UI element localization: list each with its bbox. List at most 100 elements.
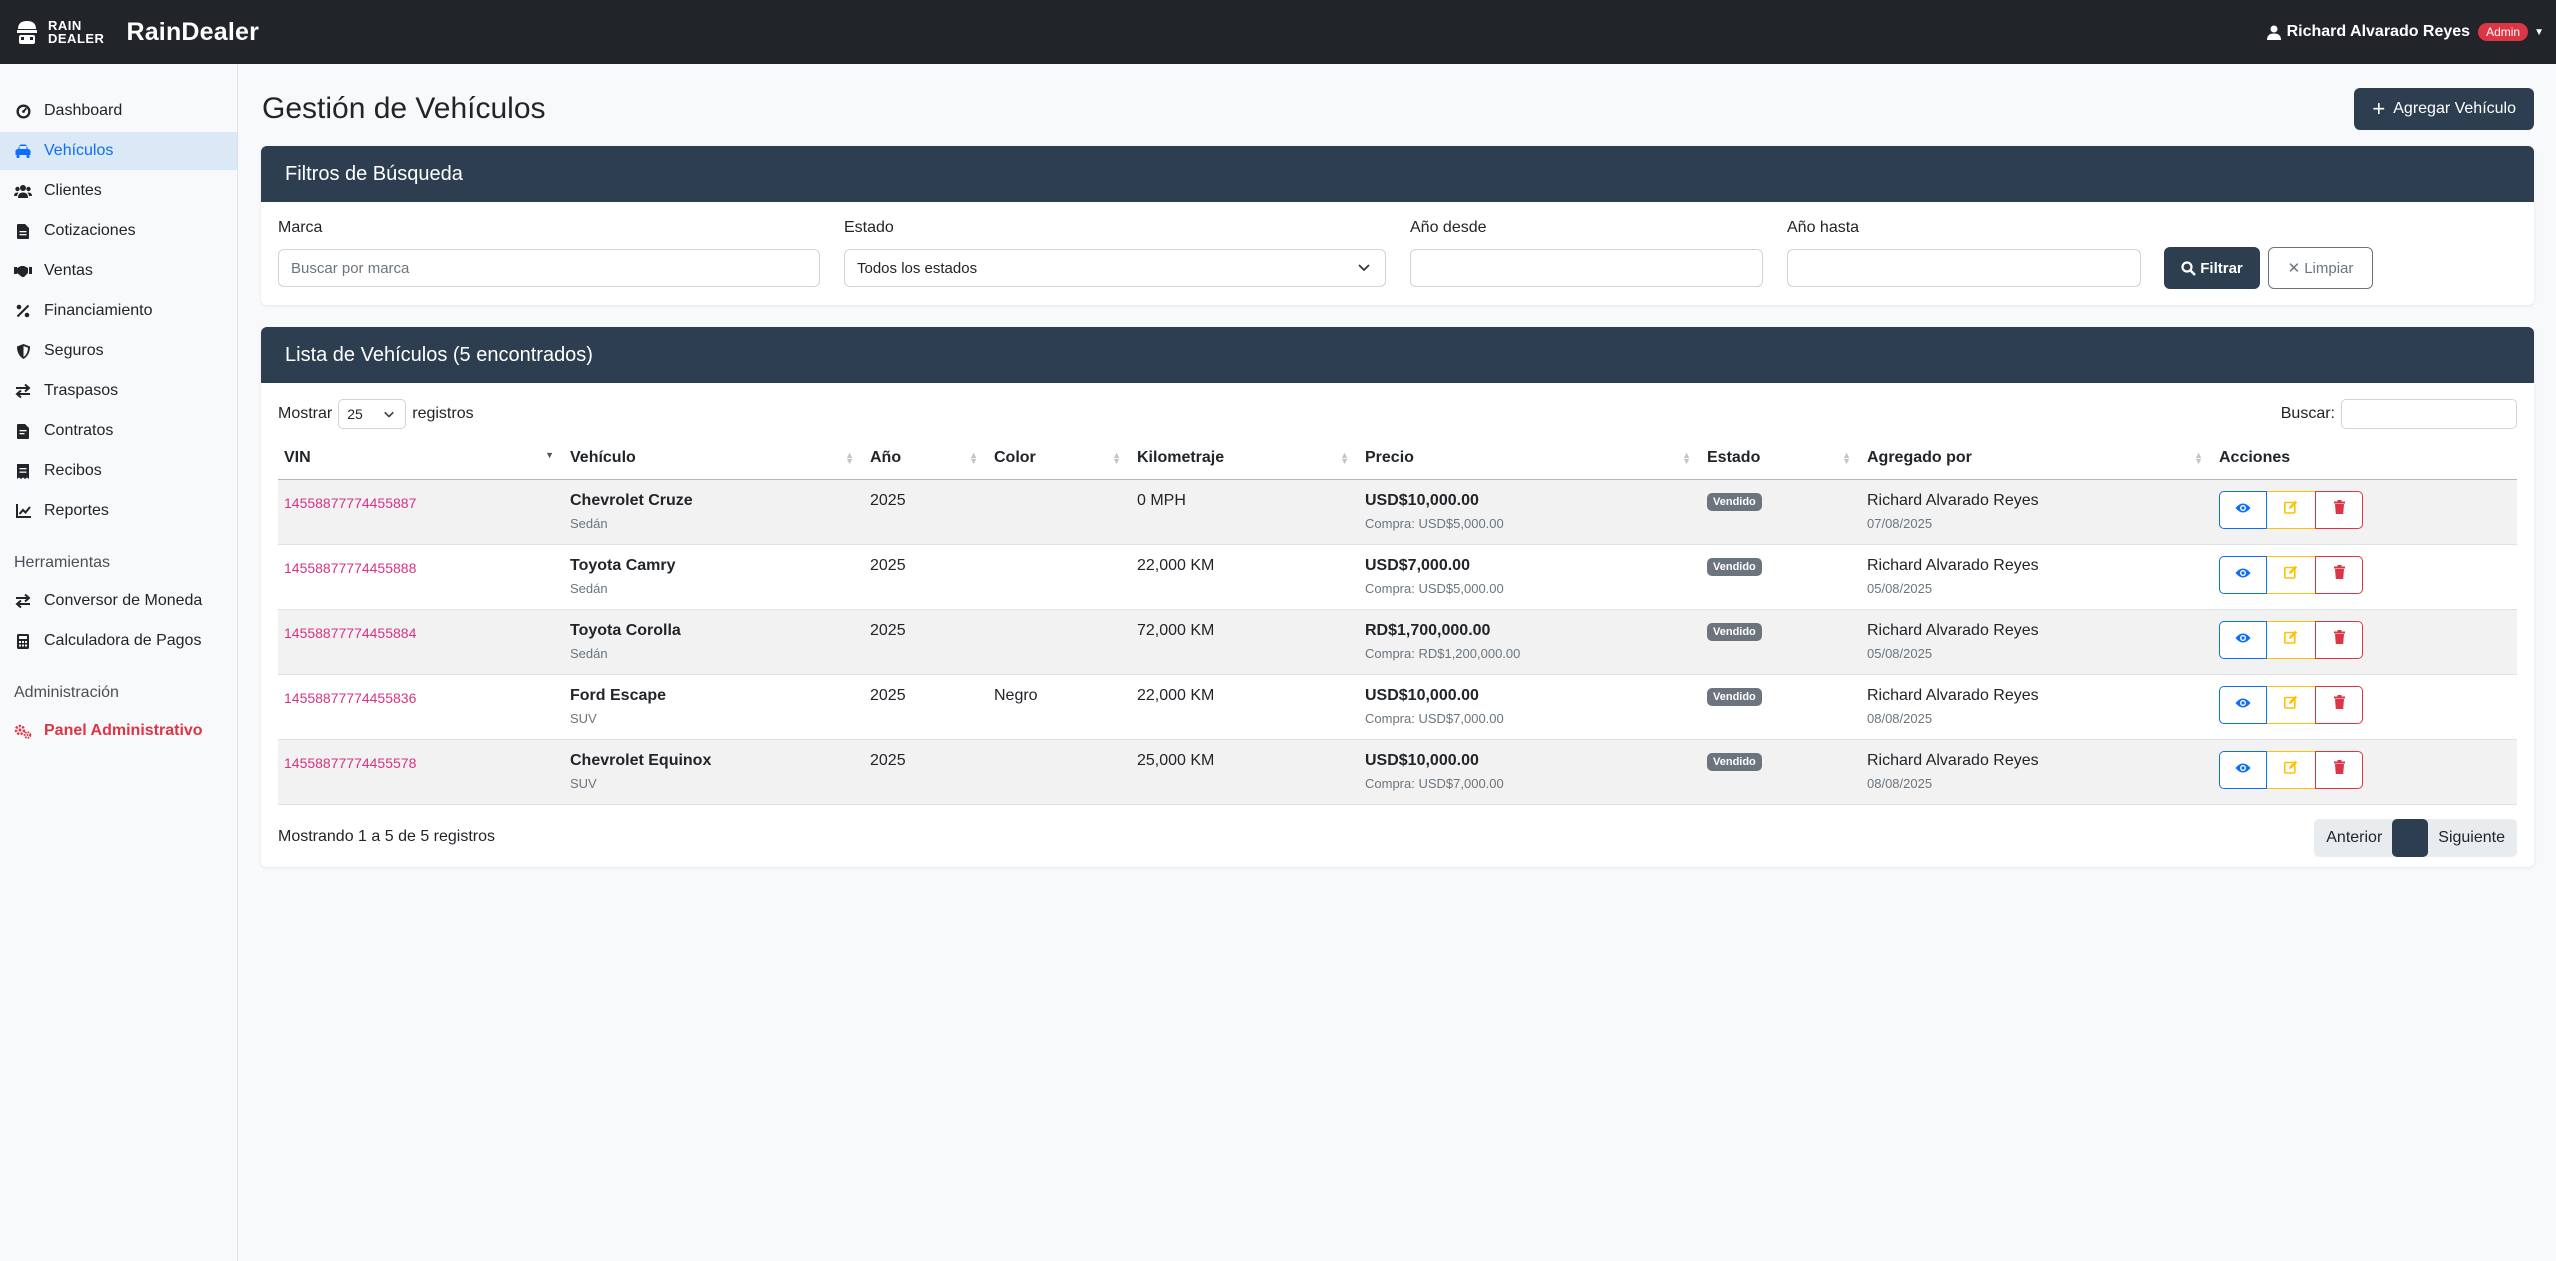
- vehicle-name: Toyota Camry: [570, 556, 676, 574]
- brand-link[interactable]: RAIN DEALER RainDealer: [12, 0, 259, 64]
- next-page-button[interactable]: Siguiente: [2426, 819, 2517, 857]
- column-header-anio[interactable]: Año ▲ ▼: [864, 437, 988, 480]
- sidebar-item-label: Dashboard: [44, 102, 123, 119]
- delete-button[interactable]: [2315, 685, 2363, 724]
- sidebar-item-traspasos[interactable]: Traspasos: [0, 372, 237, 410]
- page-header: Gestión de Vehículos + Agregar Vehículo: [261, 64, 2534, 146]
- sidebar-item-panel-administrativo[interactable]: Panel Administrativo: [0, 712, 237, 750]
- sidebar-item-ventas[interactable]: Ventas: [0, 252, 237, 290]
- clear-button[interactable]: ✕ Limpiar: [2268, 247, 2373, 289]
- sidebar-item-seguros[interactable]: Seguros: [0, 332, 237, 370]
- column-header-vehiculo[interactable]: Vehículo ▲ ▼: [564, 437, 864, 480]
- actions-cell: [2213, 739, 2517, 805]
- sidebar-item-contratos[interactable]: Contratos: [0, 412, 237, 450]
- sidebar-item-reportes[interactable]: Reportes: [0, 492, 237, 530]
- close-icon: ✕: [2287, 260, 2301, 277]
- purchase-price: Compra: USD$5,000.00: [1365, 580, 1504, 596]
- status-badge: Vendido: [1707, 557, 1762, 576]
- view-button[interactable]: [2219, 685, 2267, 724]
- view-button[interactable]: [2219, 555, 2267, 594]
- status-badge: Vendido: [1707, 752, 1762, 771]
- column-header-color[interactable]: Color ▲ ▼: [988, 437, 1131, 480]
- sidebar: Dashboard Vehículos Clientes Cotizacione…: [0, 64, 238, 1261]
- edit-icon: [2284, 760, 2298, 779]
- sidebar-item-label: Conversor de Moneda: [44, 592, 203, 609]
- delete-button[interactable]: [2315, 555, 2363, 594]
- vehicles-table: VIN ▼ Vehículo ▲ ▼ Año ▲ ▼ Color ▲ ▼ Kilometraj…: [278, 437, 2517, 805]
- edit-button[interactable]: [2267, 750, 2315, 789]
- row-actions: [2219, 750, 2517, 789]
- sidebar-item-clientes[interactable]: Clientes: [0, 172, 237, 210]
- vin-text: 14558877774455836: [284, 689, 417, 706]
- added-by-cell: Richard Alvarado Reyes 05/08/2025: [1861, 609, 2213, 675]
- view-button[interactable]: [2219, 750, 2267, 789]
- sidebar-item-vehiculos[interactable]: Vehículos: [0, 132, 237, 170]
- delete-button[interactable]: [2315, 750, 2363, 789]
- price-cell: USD$7,000.00 Compra: USD$5,000.00: [1359, 544, 1701, 610]
- delete-button[interactable]: [2315, 620, 2363, 659]
- anio-desde-input[interactable]: [1410, 249, 1763, 287]
- view-button[interactable]: [2219, 620, 2267, 659]
- sidebar-item-dashboard[interactable]: Dashboard: [0, 92, 237, 130]
- vin-cell: 14558877774455836: [278, 674, 564, 740]
- edit-button[interactable]: [2267, 555, 2315, 594]
- edit-button[interactable]: [2267, 685, 2315, 724]
- delete-button[interactable]: [2315, 490, 2363, 529]
- filters-card-header: Filtros de Búsqueda: [261, 146, 2534, 202]
- user-menu-dropdown[interactable]: Richard Alvarado Reyes Admin ▼: [2266, 0, 2544, 64]
- sidebar-item-recibos[interactable]: Recibos: [0, 452, 237, 490]
- sidebar-item-conversor-moneda[interactable]: Conversor de Moneda: [0, 582, 237, 620]
- edit-button[interactable]: [2267, 620, 2315, 659]
- page-length-select[interactable]: 25: [338, 399, 407, 429]
- vin-cell: 14558877774455887: [278, 479, 564, 545]
- column-header-vin[interactable]: VIN ▼: [278, 437, 564, 480]
- sidebar-item-financiamiento[interactable]: Financiamiento: [0, 292, 237, 330]
- column-header-agregado-por[interactable]: Agregado por ▲ ▼: [1861, 437, 2213, 480]
- vin-text: 14558877774455888: [284, 559, 417, 576]
- anio-hasta-input[interactable]: [1787, 249, 2141, 287]
- sidebar-item-cotizaciones[interactable]: Cotizaciones: [0, 212, 237, 250]
- column-header-precio[interactable]: Precio ▲ ▼: [1359, 437, 1701, 480]
- added-date: 08/08/2025: [1867, 775, 1933, 791]
- logo-cloud-icon: [17, 21, 37, 44]
- added-by-name: Richard Alvarado Reyes: [1867, 621, 2039, 639]
- marca-label: Marca: [278, 219, 323, 236]
- table-search-input[interactable]: [2341, 399, 2517, 429]
- vehicle-type: Sedán: [570, 515, 608, 531]
- anio-desde-label: Año desde: [1410, 219, 1487, 236]
- mileage-cell: 72,000 KM: [1131, 609, 1359, 675]
- mileage-cell: 25,000 KM: [1131, 739, 1359, 805]
- add-vehicle-button[interactable]: + Agregar Vehículo: [2354, 88, 2534, 130]
- show-label: Mostrar: [278, 405, 333, 422]
- previous-page-button[interactable]: Anterior: [2314, 819, 2395, 857]
- sidebar-item-label: Traspasos: [44, 382, 119, 399]
- car-icon: [14, 144, 32, 158]
- sidebar-item-calculadora-pagos[interactable]: Calculadora de Pagos: [0, 622, 237, 660]
- current-page-button[interactable]: [2392, 819, 2429, 857]
- user-name: Richard Alvarado Reyes: [2286, 23, 2471, 40]
- vin-cell: 14558877774455888: [278, 544, 564, 610]
- status-cell: Vendido: [1701, 479, 1861, 545]
- sort-icon: ▲ ▼: [1340, 450, 1349, 466]
- estado-select[interactable]: Todos los estados: [844, 249, 1386, 287]
- status-cell: Vendido: [1701, 544, 1861, 610]
- added-by-name: Richard Alvarado Reyes: [1867, 556, 2039, 574]
- filter-button[interactable]: Filtrar: [2164, 247, 2260, 289]
- edit-button[interactable]: [2267, 490, 2315, 529]
- trash-icon: [2333, 500, 2345, 519]
- trash-icon: [2333, 565, 2345, 584]
- actions-cell: [2213, 609, 2517, 675]
- color-cell: Negro: [988, 674, 1131, 740]
- exchange-icon: [14, 384, 32, 398]
- table-search-control: Buscar:: [2281, 399, 2517, 429]
- cogs-icon: [14, 724, 32, 739]
- brand-name: RainDealer: [126, 17, 260, 46]
- vehicle-cell: Toyota Camry Sedán: [564, 544, 864, 610]
- column-header-estado[interactable]: Estado ▲ ▼: [1701, 437, 1861, 480]
- sale-price: RD$1,700,000.00: [1365, 621, 1491, 639]
- column-header-kilometraje[interactable]: Kilometraje ▲ ▼: [1131, 437, 1359, 480]
- sidebar-item-label: Vehículos: [44, 142, 114, 159]
- view-button[interactable]: [2219, 490, 2267, 529]
- sidebar-item-label: Contratos: [44, 422, 114, 439]
- marca-input[interactable]: Buscar por marca: [278, 249, 820, 287]
